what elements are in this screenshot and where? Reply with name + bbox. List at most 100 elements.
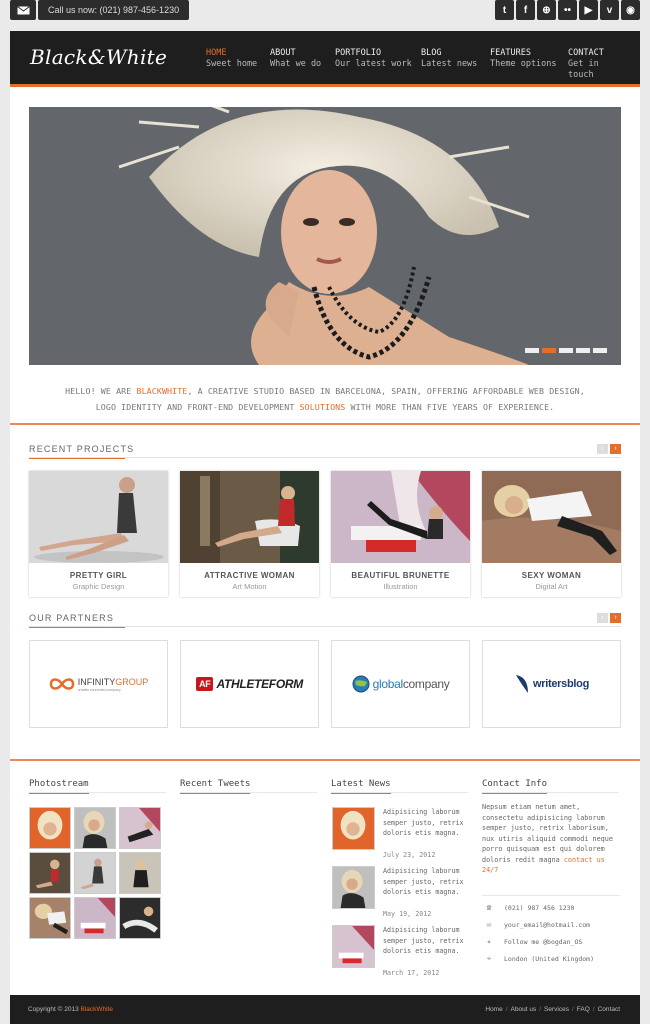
project-image [482, 471, 621, 563]
nav-subtitle: Our latest work [335, 59, 412, 69]
youtube-icon[interactable]: ▶ [579, 0, 598, 20]
vimeo-icon[interactable]: v [600, 0, 619, 20]
partners-nav: ‹ › [597, 613, 621, 623]
contact-info-title: Contact Info [482, 779, 548, 794]
intro-text: HELLO! WE ARE BLACKWHITE, A CREATIVE STU… [10, 383, 640, 415]
project-title[interactable]: PRETTY GIRL [29, 571, 168, 580]
project-title[interactable]: BEAUTIFUL BRUNETTE [331, 571, 470, 580]
partner-logo-globalcompany[interactable]: globalcompany [331, 640, 470, 728]
slider-dot[interactable] [576, 348, 590, 353]
footer-link-home[interactable]: Home [485, 1006, 502, 1013]
twitter-icon[interactable]: t [495, 0, 514, 20]
intro-brand-link[interactable]: BLACKWHITE [136, 386, 187, 396]
intro-solutions-link[interactable]: SOLUTIONS [300, 402, 346, 412]
contact-location: ⌖ London (United Kingdom) [484, 954, 594, 963]
partner-logo: AF ATHLETEFORM [196, 677, 303, 691]
photostream-thumb[interactable] [74, 807, 116, 849]
slider-dot-active[interactable] [542, 348, 556, 353]
quill-icon [516, 675, 528, 693]
twitter-text[interactable]: Follow me @bogdan_OS [504, 938, 582, 946]
photostream-thumb[interactable] [29, 852, 71, 894]
nav-title: ABOUT [270, 48, 296, 58]
footer-link-services[interactable]: Services [544, 1006, 569, 1013]
nav-title: HOME [206, 48, 227, 58]
partner-logo-infinitygroup[interactable]: INFINITYGROUP a better connected company [29, 640, 168, 728]
project-card[interactable]: SEXY WOMAN Digital Art [482, 471, 621, 597]
location-text: London (United Kingdom) [504, 954, 595, 963]
nav-contact[interactable]: CONTACT Get in touch [568, 48, 628, 81]
slider-dots [525, 348, 607, 353]
nav-title: PORTFOLIO [335, 48, 382, 58]
news-date: May 19, 2012 [383, 910, 432, 918]
projects-nav: ‹ › [597, 444, 621, 454]
photostream-thumb[interactable] [29, 897, 71, 939]
flickr-icon[interactable]: •• [558, 0, 577, 20]
mail-icon[interactable] [10, 0, 36, 20]
news-thumb[interactable] [332, 866, 375, 909]
news-text[interactable]: Adipisicing laborum semper justo, retrix… [383, 866, 469, 898]
athleteform-badge-icon: AF [196, 677, 214, 691]
photostream-thumb[interactable] [74, 852, 116, 894]
news-thumb[interactable] [332, 807, 375, 850]
globe-icon [352, 675, 370, 693]
project-title[interactable]: ATTRACTIVE WOMAN [180, 571, 319, 580]
contact-email[interactable]: ✉ your_email@hotmail.com [484, 920, 591, 929]
slider-dot[interactable] [593, 348, 607, 353]
slider-dot[interactable] [525, 348, 539, 353]
news-text[interactable]: Adipisicing laborum semper justo, retrix… [383, 925, 469, 957]
call-us-text: Call us now: (021) 987-456-1230 [38, 0, 190, 20]
rss-icon[interactable]: ◉ [621, 0, 640, 20]
hero-image [29, 107, 621, 365]
nav-features[interactable]: FEATURES Theme options [490, 48, 568, 81]
photostream-thumb[interactable] [29, 807, 71, 849]
copyright-brand-link[interactable]: BlackWhite [81, 1006, 114, 1013]
nav-portfolio[interactable]: PORTFOLIO Our latest work [335, 48, 421, 81]
prev-arrow-icon[interactable]: ‹ [597, 613, 608, 623]
partner-name: globalcompany [373, 677, 450, 691]
project-card[interactable]: PRETTY GIRL Graphic Design [29, 471, 168, 597]
photostream-thumb[interactable] [74, 897, 116, 939]
footer-link-faq[interactable]: FAQ [577, 1006, 590, 1013]
email-text[interactable]: your_email@hotmail.com [504, 921, 590, 929]
footer-nav: Home / About us / Services / FAQ / Contact [485, 1006, 620, 1013]
nav-home[interactable]: HOME Sweet home [206, 48, 270, 81]
photostream-thumb[interactable] [119, 852, 161, 894]
column-line [482, 792, 619, 793]
prev-arrow-icon[interactable]: ‹ [597, 444, 608, 454]
separator: / [539, 1006, 542, 1013]
slider-dot[interactable] [559, 348, 573, 353]
partner-logo: writersblog [514, 673, 589, 695]
project-image [29, 471, 168, 563]
column-line [331, 792, 468, 793]
contact-twitter[interactable]: ✦ Follow me @bogdan_OS [484, 937, 583, 946]
nav-blog[interactable]: BLOG Latest news [421, 48, 490, 81]
project-card[interactable]: BEAUTIFUL BRUNETTE Illustration [331, 471, 470, 597]
news-thumb[interactable] [332, 925, 375, 968]
news-date: March 17, 2012 [383, 969, 440, 977]
news-text[interactable]: Adipisicing laborum semper justo, retrix… [383, 807, 469, 839]
copyright-text: Copyright © 2013 [28, 1006, 81, 1013]
hero-slider[interactable] [29, 107, 621, 365]
phone-text: (021) 987 456 1230 [504, 903, 575, 912]
project-card[interactable]: ATTRACTIVE WOMAN Art Motion [180, 471, 319, 597]
nav-title: FEATURES [490, 48, 531, 58]
main-nav: HOME Sweet home ABOUT What we do PORTFOLIO… [206, 48, 628, 81]
next-arrow-icon[interactable]: › [610, 444, 621, 454]
section-line [29, 457, 621, 458]
site-logo[interactable]: Black&White [30, 45, 167, 69]
footer-link-contact[interactable]: Contact [598, 1006, 620, 1013]
footer-link-about[interactable]: About us [511, 1006, 537, 1013]
partner-logo-writersblog[interactable]: writersblog [482, 640, 621, 728]
project-title[interactable]: SEXY WOMAN [482, 571, 621, 580]
nav-about[interactable]: ABOUT What we do [270, 48, 335, 81]
photostream-thumb[interactable] [119, 897, 161, 939]
partner-logo: INFINITYGROUP a better connected company [49, 677, 148, 692]
facebook-icon[interactable]: f [516, 0, 535, 20]
partner-logo-athleteform[interactable]: AF ATHLETEFORM [180, 640, 319, 728]
top-bar: Call us now: (021) 987-456-1230 t f ⊕ ••… [0, 0, 650, 24]
separator: / [592, 1006, 595, 1013]
next-arrow-icon[interactable]: › [610, 613, 621, 623]
dribbble-icon[interactable]: ⊕ [537, 0, 556, 20]
site-header: Black&White HOME Sweet home ABOUT What we … [10, 31, 640, 87]
photostream-thumb[interactable] [119, 807, 161, 849]
